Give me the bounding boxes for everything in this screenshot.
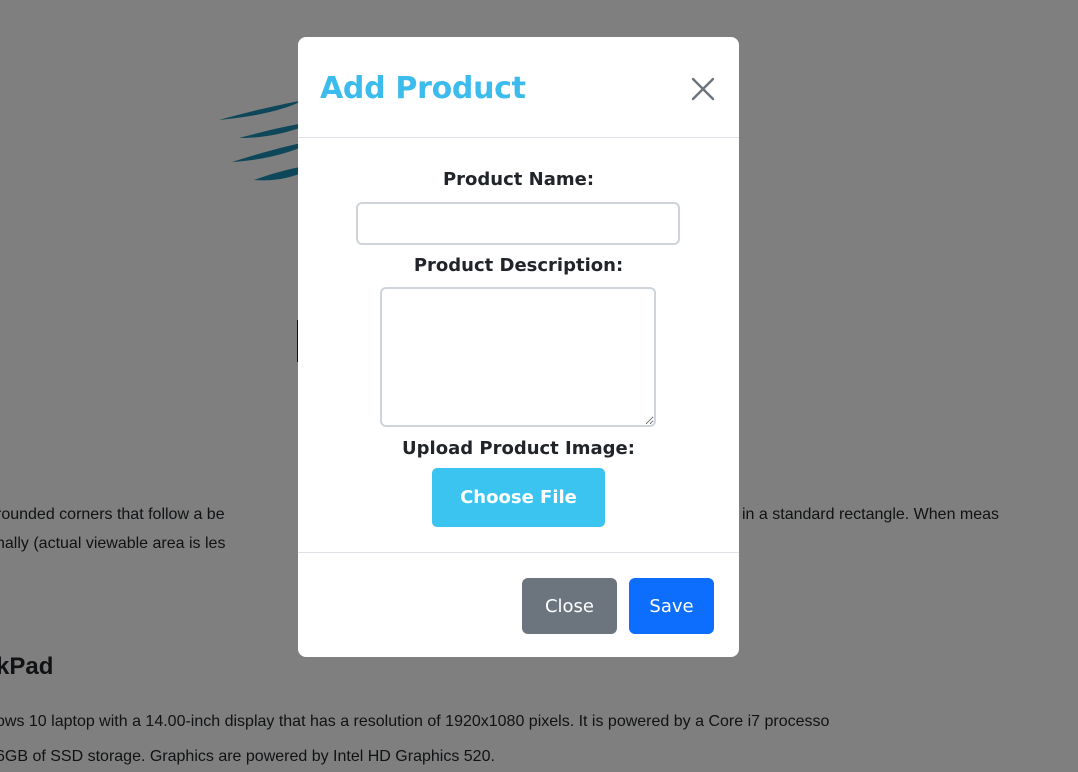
save-button[interactable]: Save — [629, 578, 714, 634]
product-description-textarea[interactable] — [380, 287, 656, 427]
product-name-input[interactable] — [356, 202, 680, 245]
modal-title: Add Product — [320, 71, 526, 106]
modal-footer: Close Save — [298, 552, 739, 658]
close-button[interactable]: Close — [522, 578, 617, 634]
product-description-label: Product Description: — [413, 255, 624, 276]
modal-body: Product Name: Product Description: Uploa… — [298, 138, 739, 552]
product-image-label: Upload Product Image: — [402, 438, 635, 459]
modal-header: Add Product — [298, 37, 739, 138]
product-name-label: Product Name: — [442, 169, 595, 190]
add-product-modal: Add Product Product Name: Product Descri… — [298, 37, 739, 657]
close-icon[interactable] — [690, 76, 716, 102]
choose-file-button[interactable]: Choose File — [432, 468, 605, 527]
